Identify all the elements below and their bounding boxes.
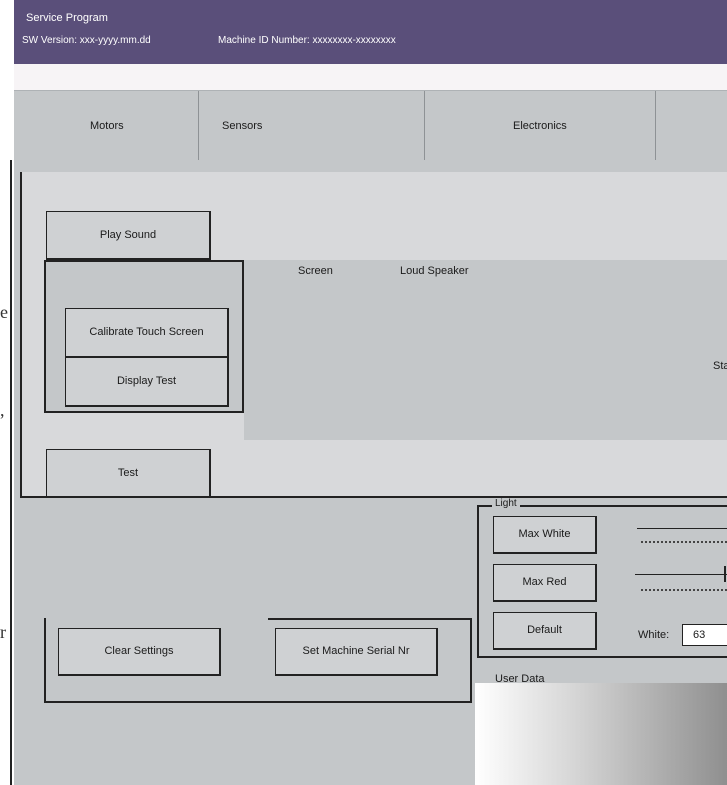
display-test-button[interactable]: Display Test (65, 357, 229, 407)
play-sound-button[interactable]: Play Sound (46, 211, 211, 260)
white-value-label: White: (638, 629, 670, 641)
tab-electronics-label: Electronics (513, 120, 567, 132)
tab-sensors[interactable]: Sensors (198, 91, 425, 161)
max-white-button[interactable]: Max White (493, 516, 597, 554)
light-group-label: Light (492, 498, 520, 509)
app-title: Service Program (26, 12, 108, 24)
device-status-area (244, 260, 727, 440)
screen-label: Screen (298, 265, 333, 277)
clear-settings-button[interactable]: Clear Settings (58, 628, 221, 676)
tab-bar: Motors Sensors Electronics (14, 90, 727, 161)
tab-motors-label: Motors (90, 120, 124, 132)
user-data-panel (475, 683, 727, 785)
left-edge-glyph-comma: , (0, 400, 5, 420)
set-serial-button[interactable]: Set Machine Serial Nr (275, 628, 438, 676)
loud-speaker-label: Loud Speaker (400, 265, 469, 277)
max-red-button[interactable]: Max Red (493, 564, 597, 602)
status-label: Sta (713, 360, 727, 372)
left-border-line (10, 160, 12, 785)
tab-motors[interactable]: Motors (14, 91, 199, 161)
white-slider[interactable] (637, 528, 727, 529)
header-stripe (14, 64, 727, 92)
settings-group-top-edge (268, 618, 472, 620)
test-button[interactable]: Test (46, 449, 211, 498)
tab-electronics[interactable]: Electronics (424, 91, 656, 161)
red-slider[interactable] (635, 574, 727, 575)
left-edge-glyph-r: r (0, 622, 6, 642)
calibrate-touch-button[interactable]: Calibrate Touch Screen (65, 308, 229, 358)
left-edge-glyph-e: e (0, 302, 8, 322)
sw-version-label: SW Version: xxx-yyyy.mm.dd (22, 35, 151, 46)
machine-id-label: Machine ID Number: xxxxxxxx-xxxxxxxx (218, 35, 396, 46)
red-slider-thumb[interactable] (724, 566, 726, 582)
tab-sensors-label: Sensors (222, 120, 263, 132)
white-slider-ticks (641, 541, 727, 543)
title-bar: Service Program SW Version: xxx-yyyy.mm.… (14, 0, 727, 64)
white-value-field[interactable]: 63 (682, 624, 727, 646)
red-slider-ticks (641, 589, 727, 591)
default-button[interactable]: Default (493, 612, 597, 650)
